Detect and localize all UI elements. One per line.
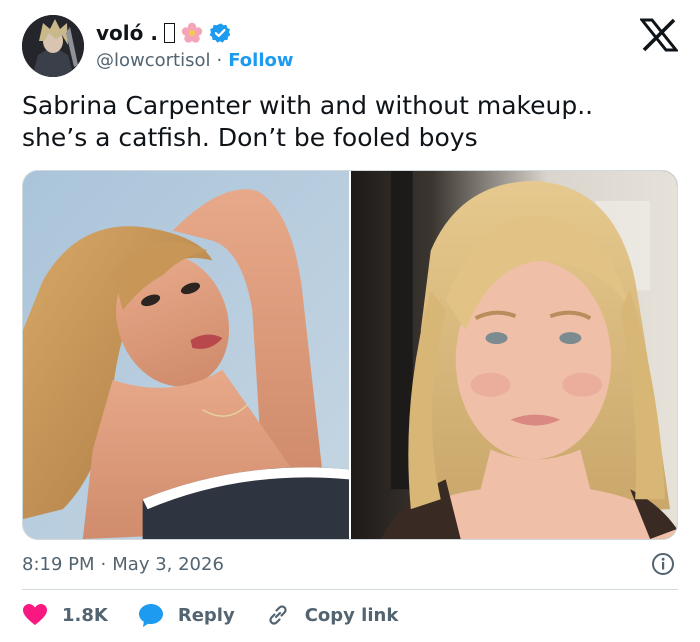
- timestamp-separator: ·: [100, 553, 107, 575]
- tweet-card: voló . @lowcortisol · Follow Sabrina Car…: [0, 0, 700, 642]
- reply-label: Reply: [177, 604, 235, 626]
- tweet-text-line-1: Sabrina Carpenter with and without makeu…: [22, 91, 594, 120]
- link-icon: [269, 605, 287, 625]
- reply-button[interactable]: Reply: [138, 602, 235, 628]
- author-avatar[interactable]: [22, 15, 84, 77]
- missing-glyph-box: [163, 23, 175, 43]
- follow-button[interactable]: Follow: [228, 50, 293, 71]
- author-display-name[interactable]: voló .: [96, 21, 158, 45]
- tweet-text: Sabrina Carpenter with and without makeu…: [22, 90, 682, 154]
- author-handle-row: @lowcortisol · Follow: [96, 48, 294, 72]
- flower-emoji-icon: [181, 22, 203, 44]
- tweet-time: 8:19 PM: [22, 553, 95, 575]
- author-name-row: voló .: [96, 20, 231, 46]
- copy-link-label: Copy link: [304, 604, 399, 626]
- tweet-text-line-2: she’s a catfish. Don’t be fooled boys: [22, 123, 478, 152]
- info-icon[interactable]: [651, 552, 675, 576]
- heart-icon: [23, 604, 47, 625]
- tweet-media: [22, 170, 678, 540]
- copy-link-button[interactable]: Copy link: [265, 602, 399, 628]
- photo-with-makeup[interactable]: [23, 171, 349, 539]
- speech-bubble-icon: [138, 604, 163, 627]
- actions-divider: [22, 589, 678, 590]
- like-button[interactable]: 1.8K: [22, 602, 108, 628]
- tweet-actions: 1.8K Reply Copy link: [22, 600, 428, 630]
- x-logo-icon[interactable]: [638, 18, 680, 52]
- photo-without-makeup[interactable]: [351, 171, 677, 539]
- author-handle[interactable]: @lowcortisol: [96, 50, 211, 71]
- tweet-date: May 3, 2026: [112, 553, 224, 575]
- verified-badge-icon: [209, 22, 231, 44]
- like-count: 1.8K: [62, 604, 108, 626]
- handle-separator: ·: [216, 49, 223, 71]
- tweet-timestamp[interactable]: 8:19 PM · May 3, 2026: [22, 550, 224, 578]
